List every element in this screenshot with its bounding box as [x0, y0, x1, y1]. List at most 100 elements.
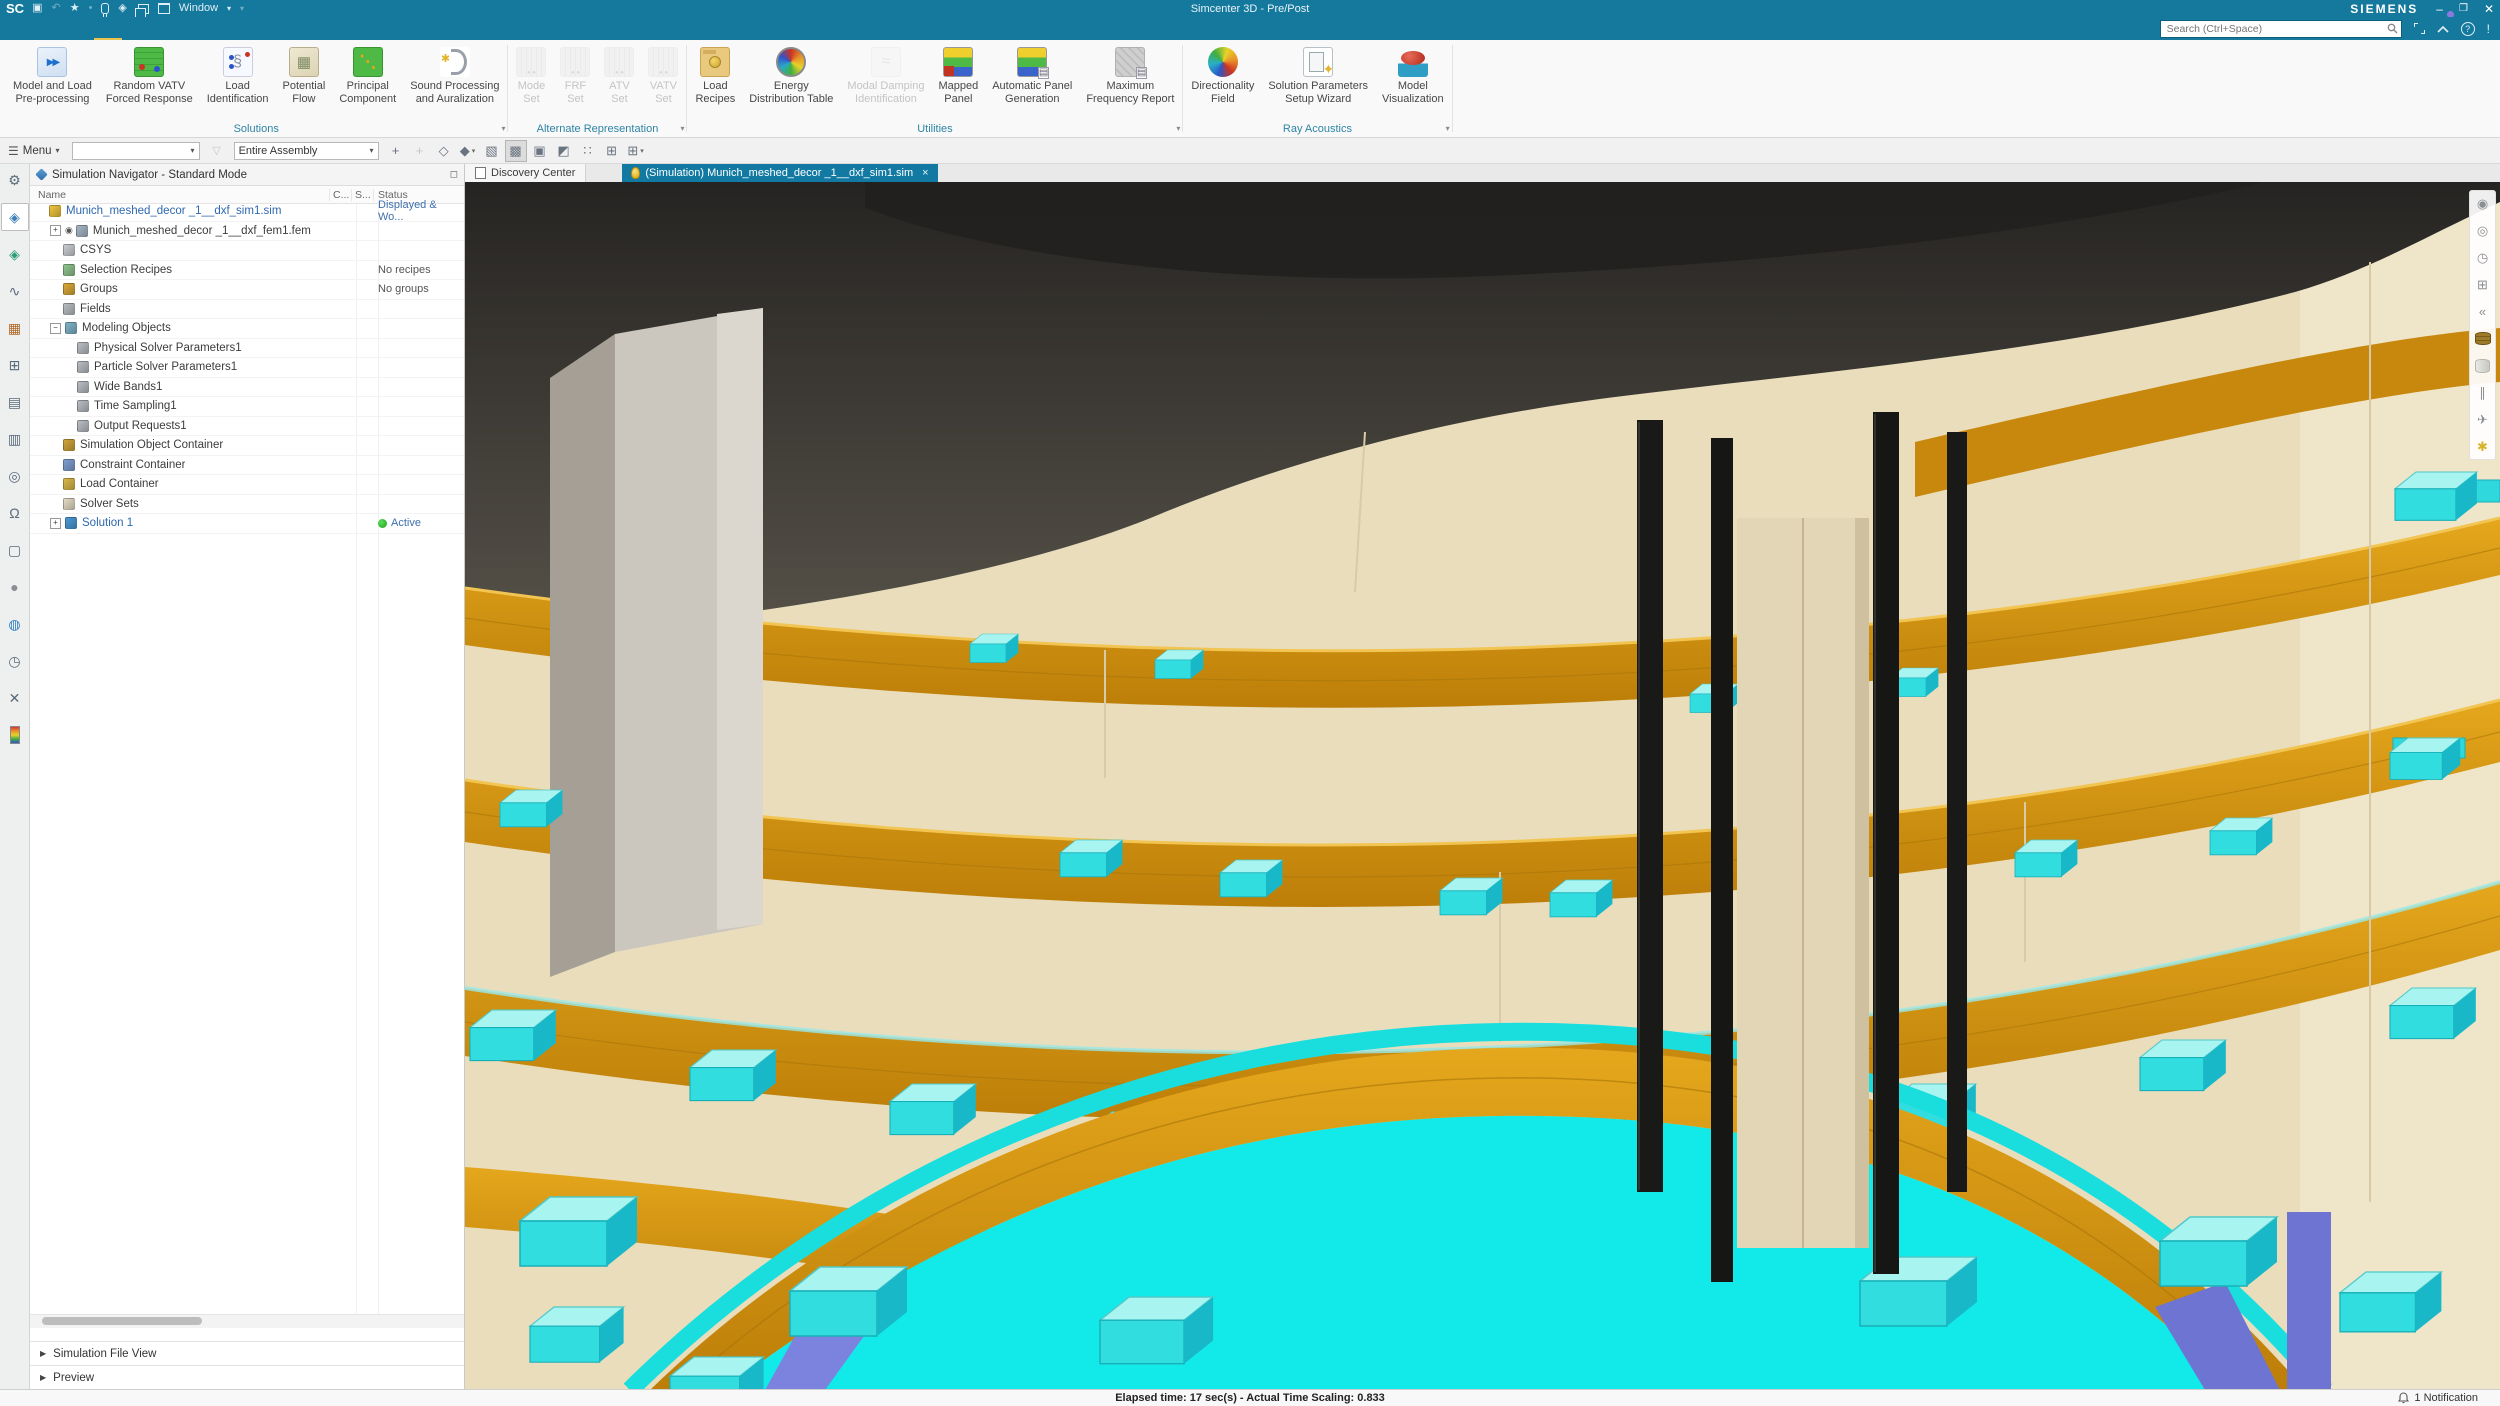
tree-row[interactable]: ◉ Load Container	[30, 475, 464, 495]
ribbon-button-solution-parameters[interactable]: Solution Parameters Setup Wizard	[1261, 45, 1375, 105]
group-dialog-caret-icon[interactable]: ▾	[501, 124, 505, 133]
tree-row[interactable]: ◉ Physical Solver Parameters1	[30, 339, 464, 359]
material-barrel-icon[interactable]	[2474, 330, 2491, 347]
ribbon-button-load[interactable]: Load Identification	[200, 45, 276, 105]
ribbon-button-potential[interactable]: Potential Flow	[276, 45, 333, 105]
assembly-constraints-icon[interactable]: ◎	[1, 462, 29, 490]
color-legend-icon[interactable]	[1, 721, 29, 749]
tree-row[interactable]: ◉ Wide Bands1	[30, 378, 464, 398]
more-dot-icon[interactable]: •	[89, 3, 93, 14]
scrollbar-thumb[interactable]	[42, 1317, 202, 1325]
tree-row[interactable]: ◉ CSYS	[30, 241, 464, 261]
section-preview[interactable]: ▶ Preview	[30, 1365, 464, 1389]
ribbon-button-modal-damping[interactable]: Modal Damping Identification	[840, 45, 931, 105]
flythrough-icon[interactable]: ✈	[2474, 411, 2491, 428]
ribbon-button-maximum[interactable]: Maximum Frequency Report	[1079, 45, 1181, 105]
node-select-icon[interactable]: ∷▾	[577, 140, 599, 162]
fullscreen-icon[interactable]	[2414, 23, 2425, 34]
microphone-icon[interactable]	[101, 3, 109, 14]
menu-tab-home[interactable]	[38, 17, 66, 40]
ribbon-button-model[interactable]: Model Visualization	[1375, 45, 1451, 105]
undock-panel-icon[interactable]: ◻	[450, 169, 458, 180]
snap-point-icon[interactable]: +▾	[409, 140, 431, 162]
qat-overflow-caret-icon[interactable]: ▾	[240, 3, 244, 14]
selection-scope-combo[interactable]: Entire Assembly▾	[234, 142, 379, 160]
ribbon-button-directionality[interactable]: Directionality Field	[1184, 45, 1261, 105]
menu-tab-acoustics-and-vibration[interactable]	[94, 17, 122, 40]
stop-icon[interactable]: ◎	[2474, 222, 2491, 239]
tree-expander[interactable]: +	[50, 518, 61, 529]
graphics-viewport[interactable]: .bt{fill:#a8f4f0;stroke:#4fc9c9;stroke-w…	[465, 182, 2500, 1390]
new-window-icon[interactable]: ▣▾	[529, 140, 551, 162]
tree-row[interactable]: ◉ Solver Sets	[30, 495, 464, 515]
wireframe-cube-icon[interactable]: ▧▾	[481, 140, 503, 162]
ribbon-button-random-vatv[interactable]: Random VATV Forced Response	[99, 45, 200, 105]
filter-icon[interactable]: ▽	[206, 140, 228, 162]
close-button[interactable]: ✕	[2484, 2, 2494, 16]
tree-row[interactable]: + ◉ Solution 1 Active	[30, 514, 464, 534]
tree-row[interactable]: ◉ Constraint Container	[30, 456, 464, 476]
eye-visibility-icon[interactable]: ◉	[65, 225, 73, 236]
shaded-object-icon[interactable]: ◇▾	[433, 140, 455, 162]
menu-tab-view[interactable]	[122, 17, 150, 40]
ribbon-button-atv[interactable]: ATV Set	[597, 45, 641, 105]
grid-small-icon[interactable]: ⊞▾	[601, 140, 623, 162]
help-icon[interactable]: ?	[2461, 22, 2475, 36]
window-menu-caret-icon[interactable]: ▾	[227, 3, 231, 14]
window-layout-icon[interactable]: ⊞	[1, 351, 29, 379]
tree-row[interactable]: − ◉ Modeling Objects	[30, 319, 464, 339]
save-icon[interactable]: ▣	[32, 3, 42, 14]
fit-view-icon[interactable]: ⊞	[2474, 276, 2491, 293]
menu-tab-results[interactable]	[66, 17, 94, 40]
column-name[interactable]: Name	[30, 189, 329, 201]
notification-bell-icon[interactable]	[2398, 1392, 2409, 1404]
observe-eye-icon[interactable]: ◉	[2474, 195, 2491, 212]
menu-tab-file[interactable]	[10, 17, 38, 40]
post-processing-navigator-icon[interactable]: ◈	[1, 240, 29, 268]
tree-row[interactable]: ◉ Simulation Object Container	[30, 436, 464, 456]
tree-row[interactable]: ◉ Fields	[30, 300, 464, 320]
simulation-navigator-icon[interactable]: ◈	[1, 203, 29, 231]
tab-active-simulation[interactable]: (Simulation) Munich_meshed_decor _1__dxf…	[622, 164, 937, 182]
xy-function-navigator-icon[interactable]: ∿	[1, 277, 29, 305]
tree-row[interactable]: ◉ Munich_meshed_decor _1__dxf_sim1.sim D…	[30, 202, 464, 222]
ribbon-button-principal[interactable]: Principal Component	[332, 45, 403, 105]
ribbon-button-load[interactable]: Load Recipes	[688, 45, 742, 105]
pause-icon[interactable]: ∥	[2474, 384, 2491, 401]
menu-tab-selection[interactable]	[150, 17, 178, 40]
customize-icon[interactable]: ✕	[1, 684, 29, 712]
ribbon-button-vatv[interactable]: VATV Set	[641, 45, 685, 105]
ribbon-button-automatic-panel[interactable]: Automatic Panel Generation	[985, 45, 1079, 105]
minimize-button[interactable]: –	[2436, 2, 2443, 16]
group-dialog-caret-icon[interactable]: ▾	[680, 124, 684, 133]
highlight-effect-icon[interactable]: ✱	[2474, 438, 2491, 455]
cascade-windows-icon[interactable]	[138, 4, 149, 14]
tab-discovery-center[interactable]: Discovery Center	[465, 164, 586, 182]
search-box[interactable]	[2160, 20, 2402, 38]
notifications-bell-icon[interactable]: Ω	[1, 499, 29, 527]
alert-icon[interactable]: !	[2487, 23, 2490, 35]
menu-tab-display[interactable]	[178, 17, 206, 40]
close-tab-icon[interactable]: ×	[922, 167, 928, 179]
notification-count[interactable]: 1 Notification	[2414, 1392, 2478, 1404]
ribbon-button-mode[interactable]: Mode Set	[509, 45, 553, 105]
window-icon[interactable]	[158, 3, 170, 14]
ribbon-button-model-and-load[interactable]: Model and Load Pre-processing	[6, 45, 99, 105]
ribbon-button-mapped[interactable]: Mapped Panel	[931, 45, 985, 105]
roles-gear-icon[interactable]: ⚙	[1, 166, 29, 194]
layers-icon[interactable]: ▤	[1, 388, 29, 416]
gesture-icon[interactable]: ◈	[118, 3, 126, 14]
search-input[interactable]	[2161, 23, 2401, 35]
menu-button[interactable]: ☰ Menu ▾	[8, 144, 60, 158]
tree-row[interactable]: ◉ Output Requests1	[30, 417, 464, 437]
selection-filter-combo[interactable]: ▾	[72, 142, 200, 160]
window-menu[interactable]: Window	[179, 3, 218, 14]
tree-expander[interactable]: −	[50, 323, 61, 334]
section-simulation-file-view[interactable]: ▶ Simulation File View	[30, 1341, 464, 1365]
material-sphere-icon[interactable]: ●	[1, 573, 29, 601]
pan-icon[interactable]: +▾	[385, 140, 407, 162]
restore-button[interactable]: ❐	[2459, 3, 2468, 14]
history-icon[interactable]: ◷	[1, 647, 29, 675]
horizontal-scrollbar[interactable]	[30, 1314, 464, 1328]
group-dialog-caret-icon[interactable]: ▾	[1446, 124, 1450, 133]
